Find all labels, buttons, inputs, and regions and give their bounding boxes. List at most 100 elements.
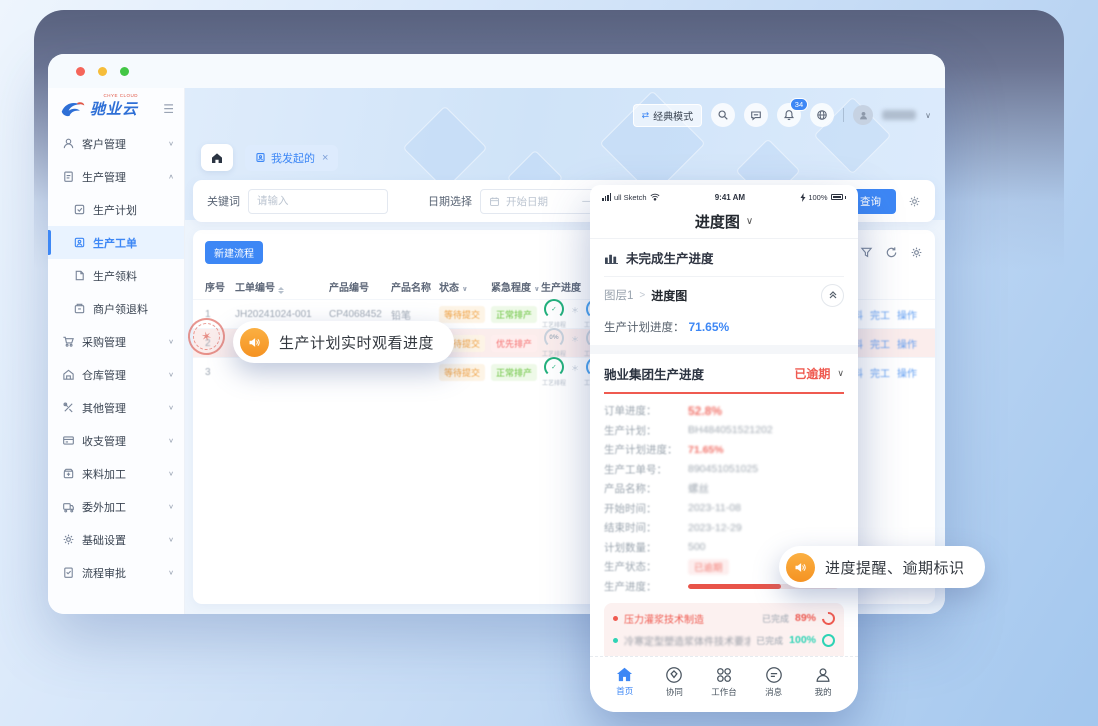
sidebar-item-finance[interactable]: 收支管理∨: [48, 424, 184, 457]
breadcrumb-parent[interactable]: 图层1: [604, 287, 633, 303]
minimize-window-button[interactable]: [98, 67, 107, 76]
action-complete-link[interactable]: 完工: [870, 307, 890, 322]
person-icon: [814, 666, 832, 684]
carrier-label: ull Sketch: [614, 193, 647, 202]
action-operate-link[interactable]: 操作: [897, 365, 917, 380]
sidebar-item-production[interactable]: 生产管理∧: [48, 160, 184, 193]
tab-collaboration[interactable]: 协同: [650, 666, 700, 698]
col-order[interactable]: 工单编号: [235, 279, 329, 294]
tab-mine[interactable]: 我的: [798, 666, 848, 698]
col-urgency[interactable]: 紧急程度∨: [491, 279, 541, 294]
tab-label: 我发起的: [271, 150, 315, 166]
sidebar-item-merchant-return[interactable]: 商户领退料: [48, 292, 184, 325]
bar-chart-icon: [604, 251, 619, 264]
avatar[interactable]: [853, 105, 873, 125]
user-menu-caret-icon[interactable]: ∨: [925, 111, 931, 120]
phone-page-title[interactable]: 进度图 ∨: [590, 205, 858, 239]
sidebar-item-warehouse[interactable]: 仓库管理∨: [48, 358, 184, 391]
language-button[interactable]: [810, 103, 834, 127]
new-process-button[interactable]: 新建流程: [205, 241, 263, 264]
start-date-value: 2023-11-08: [688, 502, 741, 514]
messages-button[interactable]: [744, 103, 768, 127]
sidebar-item-production-picking[interactable]: 生产领料: [48, 259, 184, 292]
sidebar-item-label: 生产工单: [93, 235, 137, 251]
table-settings-button[interactable]: [910, 246, 923, 259]
sidebar-item-label: 生产计划: [93, 202, 137, 218]
action-complete-link[interactable]: 完工: [870, 336, 890, 351]
sidebar-item-label: 生产管理: [82, 169, 126, 185]
tab-my-initiated[interactable]: 我发起的 ×: [245, 145, 338, 171]
home-tab-button[interactable]: [201, 144, 233, 171]
sidebar-item-label: 委外加工: [82, 499, 126, 515]
sidebar-item-purchase[interactable]: 采购管理∨: [48, 325, 184, 358]
filter-funnel-button[interactable]: [860, 246, 873, 259]
workorder-no-value: 890451051025: [688, 463, 758, 475]
collapse-button[interactable]: [821, 284, 844, 307]
sidebar-item-production-workorder[interactable]: 生产工单: [48, 226, 184, 259]
sort-icon[interactable]: [278, 287, 284, 294]
tab-workbench[interactable]: 工作台: [699, 666, 749, 698]
check-icon: ✓: [544, 299, 564, 319]
mobile-preview: ull Sketch 9:41 AM 100% 进度图 ∨ 未完成生产进度 图层…: [590, 185, 858, 712]
plan-progress-value: 71.65%: [689, 320, 730, 334]
sidebar-item-label: 来料加工: [82, 466, 126, 482]
sidebar-item-production-plan[interactable]: 生产计划: [48, 193, 184, 226]
sidebar-item-customer[interactable]: 客户管理∨: [48, 127, 184, 160]
col-product-name[interactable]: 产品名称: [391, 279, 439, 294]
username-blurred: [882, 110, 916, 120]
action-operate-link[interactable]: 操作: [897, 307, 917, 322]
progress-fill: [688, 584, 781, 589]
close-tab-icon[interactable]: ×: [322, 152, 328, 164]
urgency-badge: 优先排产: [491, 335, 537, 352]
sidebar-item-label: 生产领料: [93, 268, 137, 284]
callout-text: 进度提醒、逾期标识: [825, 557, 965, 578]
group-progress-header[interactable]: 驰业集团生产进度 已逾期 ∨: [604, 354, 844, 394]
signal-icon: [602, 193, 611, 201]
process-item[interactable]: 冷寒定型塑造浆体件技术要求 已完成 100%: [613, 629, 835, 651]
sidebar-item-approval[interactable]: 流程审批∨: [48, 556, 184, 589]
sidebar-item-label: 采购管理: [82, 334, 126, 350]
tab-messages[interactable]: 消息: [749, 666, 799, 698]
col-product-no[interactable]: 产品编号: [329, 279, 391, 294]
callout-text: 生产计划实时观看进度: [279, 332, 434, 353]
keyword-label: 关键词: [207, 193, 240, 209]
sidebar-item-incoming-material[interactable]: 来料加工∨: [48, 457, 184, 490]
col-no[interactable]: 序号: [205, 279, 235, 294]
sidebar-item-outsourcing[interactable]: 委外加工∨: [48, 490, 184, 523]
sidebar-item-other[interactable]: 其他管理∨: [48, 391, 184, 424]
feature-callout-progress: 生产计划实时观看进度: [233, 321, 454, 363]
clipboard-icon: [62, 170, 75, 183]
sidebar-nav: 客户管理∨ 生产管理∧ 生产计划 生产工单: [48, 127, 184, 589]
plan-qty-value: 500: [688, 541, 706, 553]
phone-tab-bar: 首页 协同 工作台 消息 我的: [590, 656, 858, 712]
process-gauge: ✓工艺排程: [541, 299, 567, 330]
sidebar-item-settings[interactable]: 基础设置∨: [48, 523, 184, 556]
process-item[interactable]: 压力灌浆技术制造 已完成 89%: [613, 607, 835, 629]
sidebar-item-label: 仓库管理: [82, 367, 126, 383]
plan-progress-pct-value: 71.65%: [688, 444, 724, 456]
search-button[interactable]: [711, 103, 735, 127]
filter-settings-button[interactable]: [908, 195, 921, 208]
notifications-button[interactable]: 34: [777, 103, 801, 127]
breadcrumb-separator: >: [639, 290, 645, 301]
refresh-button[interactable]: [885, 246, 898, 259]
col-status[interactable]: 状态∨: [439, 279, 491, 294]
action-complete-link[interactable]: 完工: [870, 365, 890, 380]
start-date-placeholder: 开始日期: [506, 194, 548, 209]
funnel-icon: [860, 246, 873, 259]
plan-doc-icon: [73, 203, 86, 216]
picking-doc-icon: [73, 269, 86, 282]
production-status-badge: 已逾期: [688, 559, 729, 575]
close-window-button[interactable]: [76, 67, 85, 76]
process-gauge: 0%工艺排程: [541, 328, 567, 359]
action-operate-link[interactable]: 操作: [897, 336, 917, 351]
battery-percent-label: 100%: [808, 193, 827, 202]
status-badge: 等待提交: [439, 306, 485, 323]
keyword-input[interactable]: [248, 189, 388, 214]
urgency-badge: 正常排产: [491, 364, 537, 381]
globe-icon: [816, 109, 828, 121]
tab-home[interactable]: 首页: [600, 666, 650, 697]
maximize-window-button[interactable]: [120, 67, 129, 76]
sidebar-collapse-icon[interactable]: ☰: [163, 102, 174, 116]
classic-mode-button[interactable]: ⇄ 经典模式: [633, 104, 703, 127]
